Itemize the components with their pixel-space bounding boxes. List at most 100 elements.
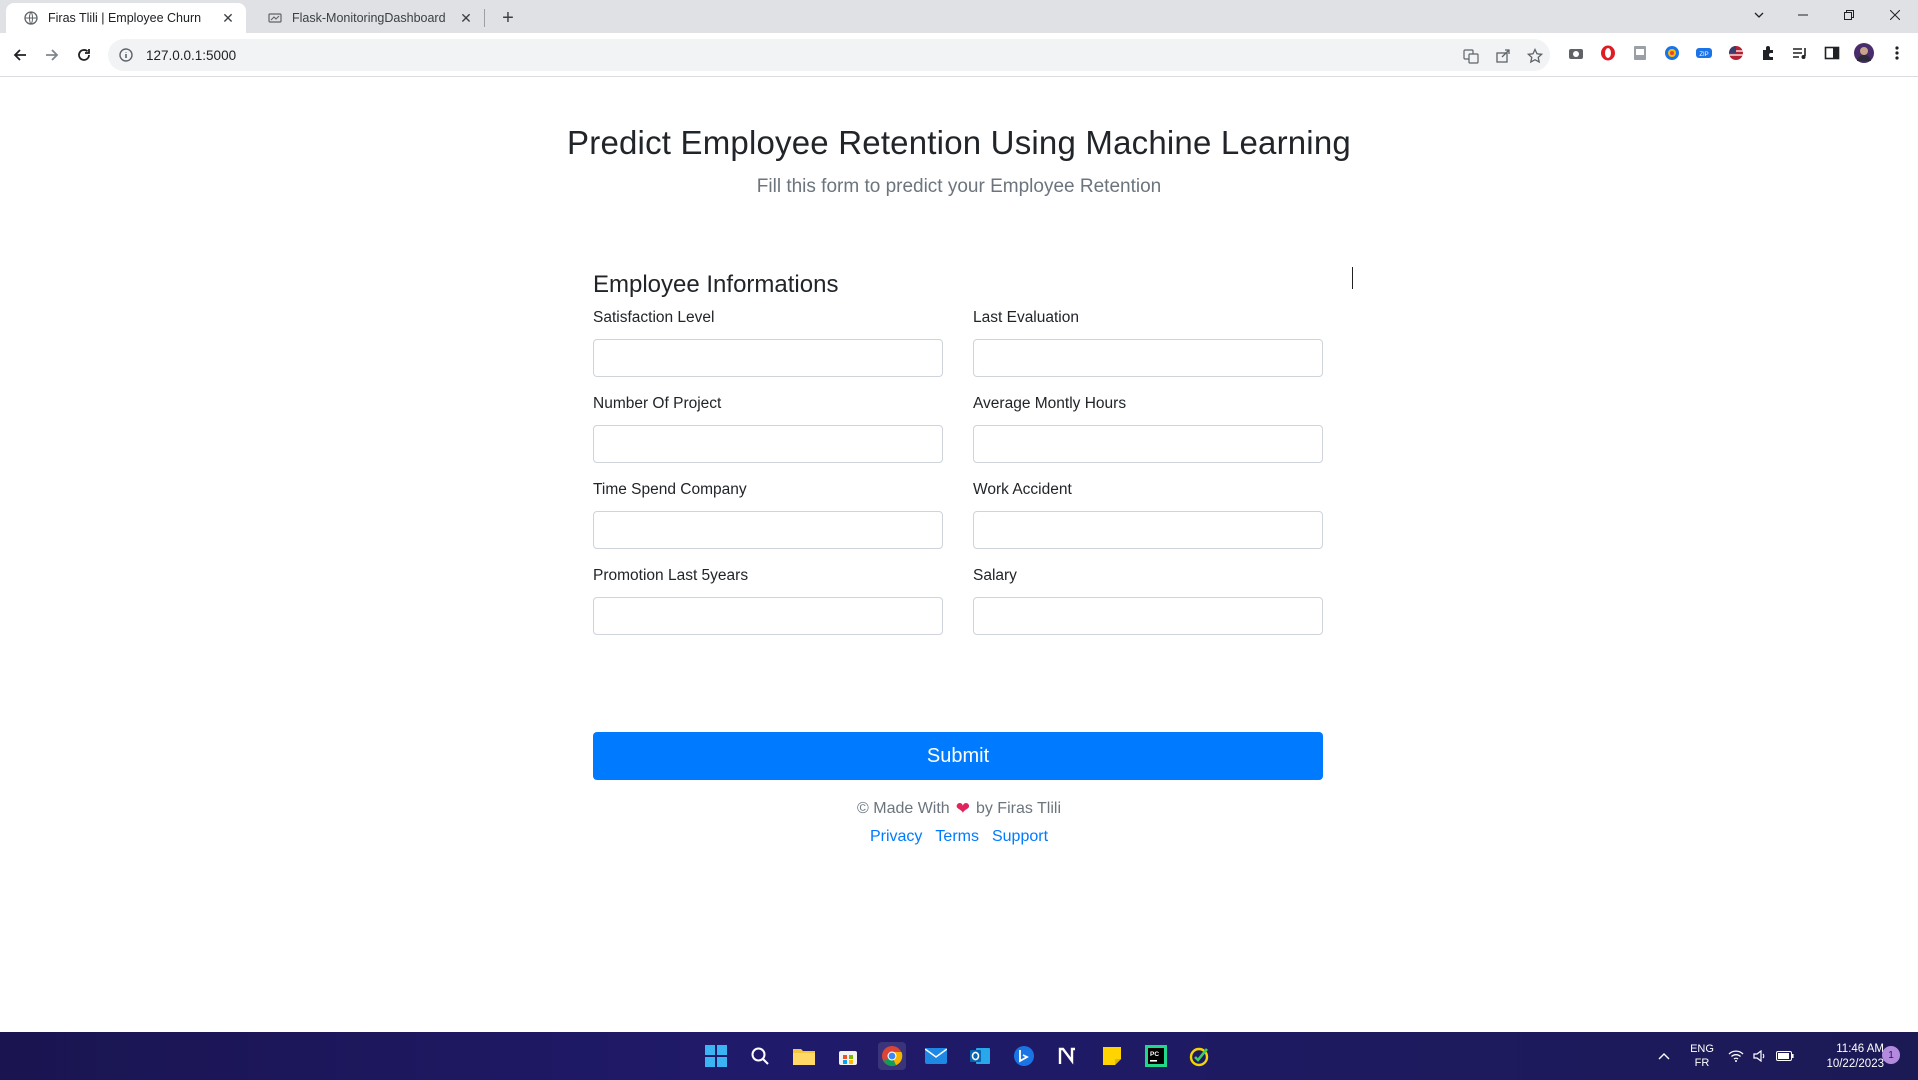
svg-text:PC: PC [1150,1051,1159,1058]
store-icon[interactable] [834,1042,862,1070]
minimize-icon[interactable] [1780,0,1826,30]
colorful-extension-icon[interactable] [1663,44,1681,62]
work-accident-group: Work Accident [973,479,1323,549]
sticky-notes-icon[interactable] [1098,1042,1126,1070]
url-text: 127.0.0.1:5000 [146,47,237,63]
made-with-suffix: by Firas Tlili [975,800,1061,817]
site-info-icon[interactable] [118,47,134,63]
field-label: Work Accident [973,481,1072,498]
field-label: Average Montly Hours [973,395,1127,412]
wifi-icon[interactable] [1726,1042,1746,1070]
camera-extension-icon[interactable] [1567,44,1585,62]
footer-credit: © Made With ❤ by Firas Tlili [0,799,1918,819]
input-language[interactable]: ENG FR [1685,1042,1719,1070]
checker-app-icon[interactable] [1186,1042,1214,1070]
section-title: Employee Informations [593,271,839,298]
clock-date: 10/22/2023 [1826,1058,1884,1070]
number-of-project-input[interactable] [593,425,943,463]
made-with-prefix: © Made With [857,800,950,817]
time-spend-company-group: Time Spend Company [593,479,943,549]
promotion-last-5years-input[interactable] [593,597,943,635]
windows-start-icon[interactable] [702,1042,730,1070]
tab-divider [484,9,485,27]
text-cursor [1352,267,1353,289]
last-evaluation-group: Last Evaluation [973,307,1323,377]
tab-employee-churn[interactable]: Firas Tlili | Employee Churn ✕ [6,3,246,33]
submit-button[interactable]: Submit [593,732,1323,780]
volume-icon[interactable] [1750,1042,1770,1070]
new-tab-button[interactable]: + [496,6,520,30]
forward-icon[interactable] [38,41,66,69]
zip-extension-icon[interactable]: ZIP [1695,44,1713,62]
language-primary: ENG [1690,1043,1714,1055]
back-icon[interactable] [6,41,34,69]
battery-icon[interactable] [1774,1042,1796,1070]
media-control-icon[interactable] [1791,44,1809,62]
clock-time: 11:46 AM [1836,1043,1884,1055]
field-label: Salary [973,567,1017,584]
tab-flask-dashboard[interactable]: Flask-MonitoringDashboard ✕ [250,3,484,33]
tab-strip: Firas Tlili | Employee Churn ✕ Flask-Mon… [0,0,1918,33]
tab-title: Flask-MonitoringDashboard [292,11,446,25]
flag-extension-icon[interactable] [1727,44,1745,62]
field-label: Time Spend Company [593,481,747,498]
address-bar[interactable]: 127.0.0.1:5000 [108,39,1550,71]
salary-group: Salary [973,565,1323,635]
close-window-icon[interactable] [1872,0,1918,30]
tab-search-icon[interactable] [1736,0,1782,30]
average-monthly-hours-input[interactable] [973,425,1323,463]
bookmark-star-icon[interactable] [1526,47,1544,65]
support-link[interactable]: Support [992,828,1048,846]
pycharm-icon[interactable]: PC [1142,1042,1170,1070]
satisfaction-level-group: Satisfaction Level [593,307,943,377]
number-of-project-group: Number Of Project [593,393,943,463]
average-monthly-hours-group: Average Montly Hours [973,393,1323,463]
notion-app-icon[interactable] [1054,1042,1082,1070]
file-explorer-icon[interactable] [790,1042,818,1070]
close-tab-icon[interactable]: ✕ [220,10,236,26]
work-accident-input[interactable] [973,511,1323,549]
search-icon[interactable] [746,1042,774,1070]
bing-app-icon[interactable] [1010,1042,1038,1070]
page-subtitle: Fill this form to predict your Employee … [756,176,1162,197]
chrome-taskbar-icon[interactable] [878,1042,906,1070]
footer-links: Privacy Terms Support [0,828,1918,846]
page-title: Predict Employee Retention Using Machine… [567,124,1351,161]
mail-icon[interactable] [922,1042,950,1070]
time-spend-company-input[interactable] [593,511,943,549]
share-icon[interactable] [1494,47,1512,65]
notification-badge[interactable]: 1 [1882,1046,1900,1064]
tab-title: Firas Tlili | Employee Churn [48,11,202,25]
last-evaluation-input[interactable] [973,339,1323,377]
browser-toolbar: 127.0.0.1:5000 ZIP [0,33,1918,77]
terms-link[interactable]: Terms [935,828,979,846]
chrome-menu-icon[interactable] [1888,44,1906,62]
opera-extension-icon[interactable] [1599,44,1617,62]
page-content: Predict Employee Retention Using Machine… [0,78,1918,1032]
side-panel-icon[interactable] [1823,44,1841,62]
extensions-puzzle-icon[interactable] [1759,44,1777,62]
show-hidden-icons-chevron-icon[interactable] [1650,1042,1678,1070]
svg-text:ZIP: ZIP [1699,52,1708,58]
employee-form: Employee Informations Satisfaction Level… [593,265,1323,780]
close-tab-icon[interactable]: ✕ [458,10,474,26]
dashboard-favicon-icon [268,11,282,25]
reload-icon[interactable] [70,41,98,69]
privacy-link[interactable]: Privacy [870,828,922,846]
promotion-last-5years-group: Promotion Last 5years [593,565,943,635]
windows-taskbar: PC ENG FR 11:46 AM 10/22/2023 1 [0,1032,1918,1080]
field-label: Promotion Last 5years [593,567,749,584]
heart-icon: ❤ [955,799,970,818]
profile-avatar[interactable] [1853,42,1875,64]
restore-icon[interactable] [1826,0,1872,30]
satisfaction-level-input[interactable] [593,339,943,377]
outlook-icon[interactable] [966,1042,994,1070]
system-clock[interactable]: 11:46 AM 10/22/2023 [1800,1042,1884,1072]
reader-extension-icon[interactable] [1631,44,1649,62]
language-secondary: FR [1694,1057,1710,1069]
translate-icon[interactable] [1462,47,1480,65]
field-label: Last Evaluation [973,309,1079,326]
salary-input[interactable] [973,597,1323,635]
field-label: Number Of Project [593,395,722,412]
globe-icon [24,11,38,25]
